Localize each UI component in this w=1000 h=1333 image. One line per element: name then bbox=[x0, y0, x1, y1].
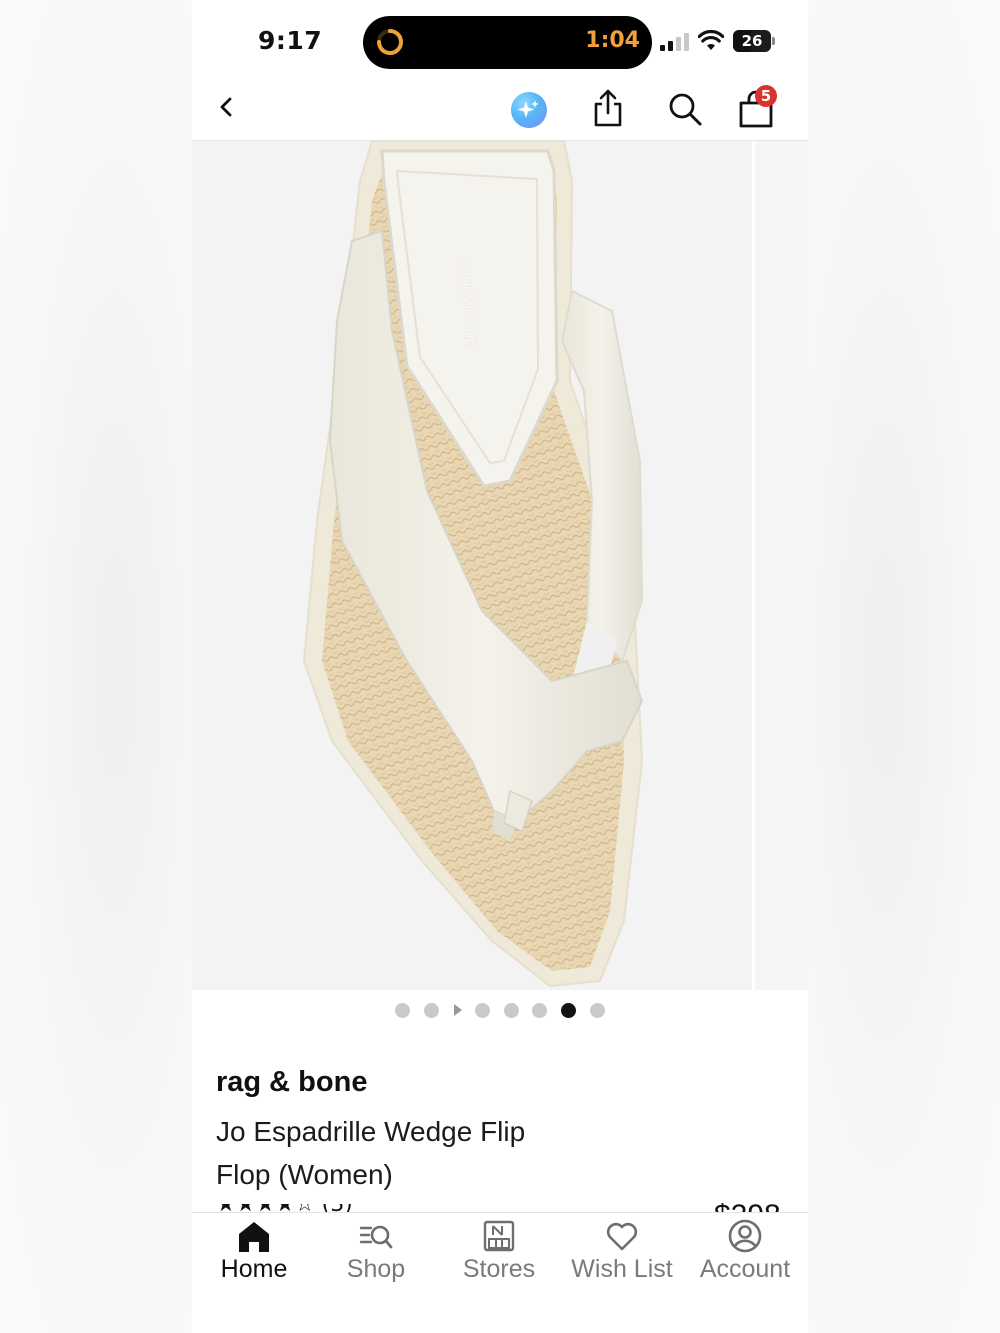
tab-label: Home bbox=[220, 1255, 288, 1283]
background-left-blur bbox=[0, 0, 192, 1333]
timer-ring-icon bbox=[377, 29, 403, 55]
bottom-tab-bar: Home Shop Stores Wish List Account bbox=[192, 1212, 808, 1333]
carousel-dot[interactable] bbox=[475, 1003, 490, 1018]
carousel-dot[interactable] bbox=[395, 1003, 410, 1018]
account-icon bbox=[728, 1219, 762, 1253]
status-time: 9:17 bbox=[258, 26, 323, 55]
tab-account[interactable]: Account bbox=[685, 1213, 805, 1303]
carousel-dot[interactable] bbox=[424, 1003, 439, 1018]
cellular-signal-icon bbox=[660, 33, 690, 51]
carousel-dot[interactable] bbox=[504, 1003, 519, 1018]
tab-stores[interactable]: Stores bbox=[439, 1213, 559, 1303]
battery-icon: 26 bbox=[733, 30, 771, 52]
share-icon[interactable] bbox=[591, 88, 625, 128]
tab-home[interactable]: Home bbox=[194, 1213, 314, 1303]
search-icon[interactable] bbox=[666, 90, 704, 128]
heart-icon bbox=[606, 1222, 638, 1251]
store-n-icon bbox=[483, 1220, 515, 1252]
carousel-dot-active[interactable] bbox=[561, 1003, 576, 1018]
wifi-icon bbox=[698, 30, 724, 50]
tab-label: Shop bbox=[346, 1255, 406, 1283]
tab-shop[interactable]: Shop bbox=[316, 1213, 436, 1303]
product-photo-sandal: rag & bone bbox=[192, 141, 752, 990]
island-timer-text: 1:04 bbox=[585, 28, 640, 53]
home-icon bbox=[239, 1222, 269, 1252]
background-right-blur bbox=[808, 0, 1000, 1333]
carousel-indicator[interactable] bbox=[192, 1000, 808, 1024]
cart-count-badge: 5 bbox=[755, 85, 777, 107]
tab-label: Stores bbox=[462, 1255, 536, 1283]
product-brand[interactable]: rag & bone bbox=[216, 1066, 367, 1099]
video-play-icon[interactable] bbox=[454, 1004, 462, 1016]
tab-label: Account bbox=[699, 1255, 791, 1283]
dynamic-island[interactable]: 1:04 bbox=[363, 16, 652, 69]
shop-search-icon bbox=[359, 1225, 393, 1249]
back-icon[interactable] bbox=[212, 92, 242, 122]
carousel-dot[interactable] bbox=[532, 1003, 547, 1018]
phone-screen: 9:17 1:04 26 5 rag & bone rag & bone Jo … bbox=[192, 0, 808, 1333]
battery-percent: 26 bbox=[741, 32, 763, 50]
tab-wishlist[interactable]: Wish List bbox=[562, 1213, 682, 1303]
product-image-carousel[interactable]: rag & bone bbox=[192, 141, 808, 990]
battery-cap bbox=[772, 37, 775, 45]
status-bar: 9:17 1:04 26 bbox=[192, 0, 808, 80]
carousel-dot[interactable] bbox=[590, 1003, 605, 1018]
sparkle-assistant-icon[interactable] bbox=[511, 92, 547, 128]
product-title: Jo Espadrille Wedge Flip Flop (Women) bbox=[216, 1116, 526, 1190]
product-nav-bar bbox=[192, 80, 808, 140]
tab-label: Wish List bbox=[571, 1255, 673, 1283]
next-image-peek[interactable] bbox=[752, 141, 808, 990]
